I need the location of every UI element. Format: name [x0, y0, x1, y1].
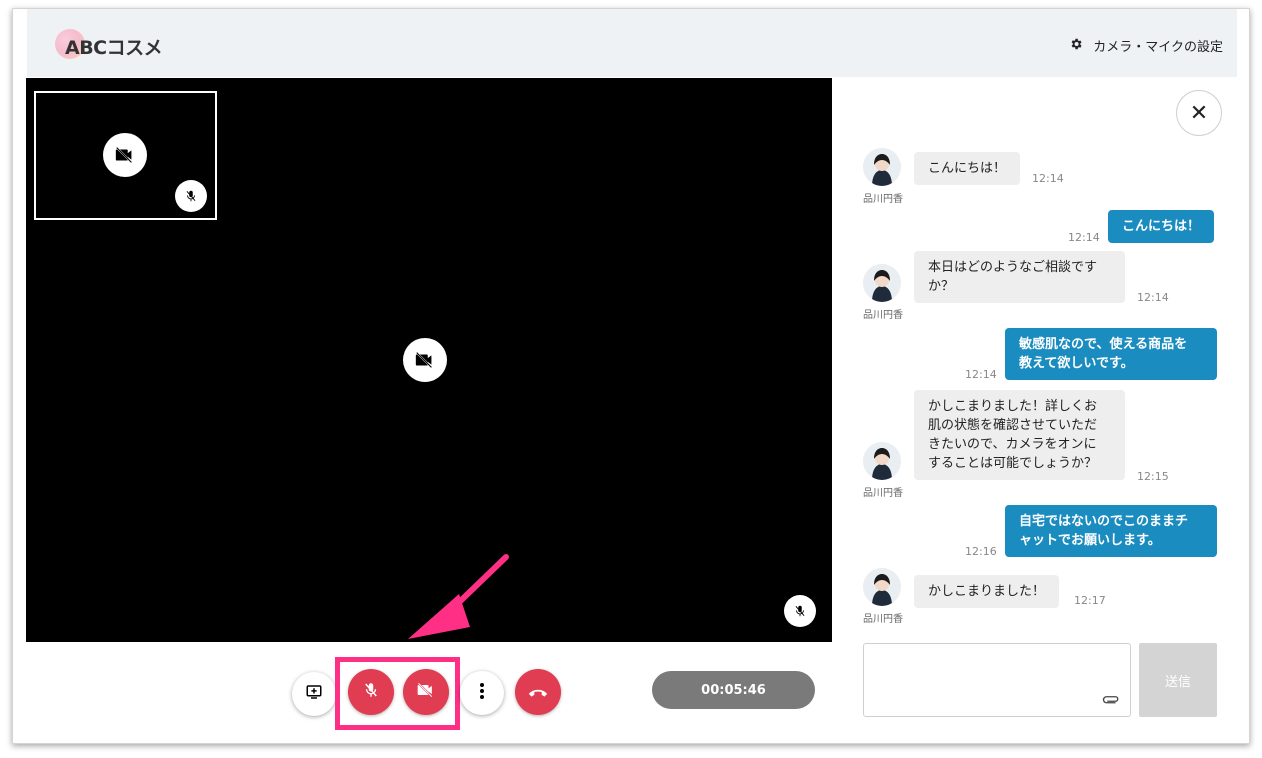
more-options-button[interactable]: [460, 671, 504, 715]
remote-video-area: [26, 78, 832, 642]
send-button[interactable]: 送信: [1139, 643, 1217, 717]
sender-name: 品川円香: [863, 194, 903, 205]
message-time: 12:16: [965, 545, 997, 558]
video-chat-window: ABCコスメ カメラ・マイクの設定 00:05:46 ✕ 品川円香 こんにちは！…: [12, 8, 1250, 744]
logo-text: ABCコスメ: [65, 37, 163, 59]
avatar: [863, 568, 901, 606]
camera-mic-settings-link[interactable]: カメラ・マイクの設定: [1069, 36, 1223, 55]
avatar: [863, 148, 901, 186]
chat-message-user: 敏感肌なので、使える商品を 教えて欲しいです。: [1005, 328, 1217, 380]
message-time: 12:17: [1074, 594, 1106, 607]
settings-label: カメラ・マイクの設定: [1093, 40, 1223, 55]
message-time: 12:15: [1137, 470, 1169, 483]
avatar: [863, 264, 901, 302]
mic-off-icon: [175, 180, 207, 212]
sender-name: 品川円香: [863, 310, 903, 321]
call-timer: 00:05:46: [652, 671, 815, 709]
chat-message-agent: 本日はどのようなご相談です か？: [914, 251, 1125, 303]
paperclip-icon[interactable]: [1102, 689, 1120, 708]
message-line: かしこまりました！詳しくお: [928, 399, 1098, 414]
message-line: きたいので、カメラをオンに: [928, 437, 1097, 452]
sender-name: 品川円香: [863, 614, 903, 625]
gear-icon: [1069, 37, 1083, 55]
hang-up-button[interactable]: [515, 669, 561, 715]
call-controls: 00:05:46: [13, 642, 833, 743]
message-time: 12:14: [1032, 172, 1064, 185]
message-time: 12:14: [965, 368, 997, 381]
camera-off-icon: [103, 133, 147, 177]
camera-off-icon: [403, 338, 447, 382]
message-line: か？: [928, 279, 955, 294]
message-line: 自宅ではないのでこのままチ: [1019, 514, 1189, 529]
chat-message-agent: かしこまりました！詳しくお 肌の状態を確認させていただ きたいので、カメラをオン…: [914, 390, 1125, 480]
brand-logo[interactable]: ABCコスメ: [55, 29, 165, 59]
message-time: 12:14: [1068, 231, 1100, 244]
sender-name: 品川円香: [863, 488, 903, 499]
chat-message-agent: こんにちは！: [914, 152, 1021, 185]
screen-share-button[interactable]: [292, 672, 336, 716]
chat-message-input[interactable]: [863, 643, 1131, 717]
phone-hangup-icon: [527, 683, 549, 702]
self-video-preview[interactable]: [34, 91, 217, 220]
message-line: 教えて欲しいです。: [1019, 356, 1134, 371]
mic-off-icon: [784, 595, 816, 627]
screen-share-icon: [305, 683, 323, 705]
close-icon: ✕: [1189, 100, 1209, 126]
avatar: [863, 442, 901, 480]
more-vertical-icon: [479, 682, 485, 704]
highlight-box: [335, 657, 460, 730]
message-line: 敏感肌なので、使える商品を: [1019, 337, 1188, 352]
chat-message-user: こんにちは！: [1108, 210, 1215, 243]
message-time: 12:14: [1137, 291, 1169, 304]
message-line: 肌の状態を確認させていただ: [928, 418, 1098, 433]
message-line: 本日はどのようなご相談です: [928, 260, 1098, 275]
chat-message-agent: かしこまりました！: [914, 575, 1060, 608]
app-header: ABCコスメ カメラ・マイクの設定: [27, 9, 1237, 77]
message-line: することは可能でしょうか？: [928, 456, 1098, 471]
message-line: ャットでお願いします。: [1019, 533, 1161, 548]
chat-message-user: 自宅ではないのでこのままチ ャットでお願いします。: [1005, 505, 1217, 557]
close-chat-button[interactable]: ✕: [1176, 90, 1222, 136]
chat-panel: ✕ 品川円香 こんにちは！ 12:14 12:14 こんにちは！ 品川円香 本日…: [849, 78, 1249, 743]
